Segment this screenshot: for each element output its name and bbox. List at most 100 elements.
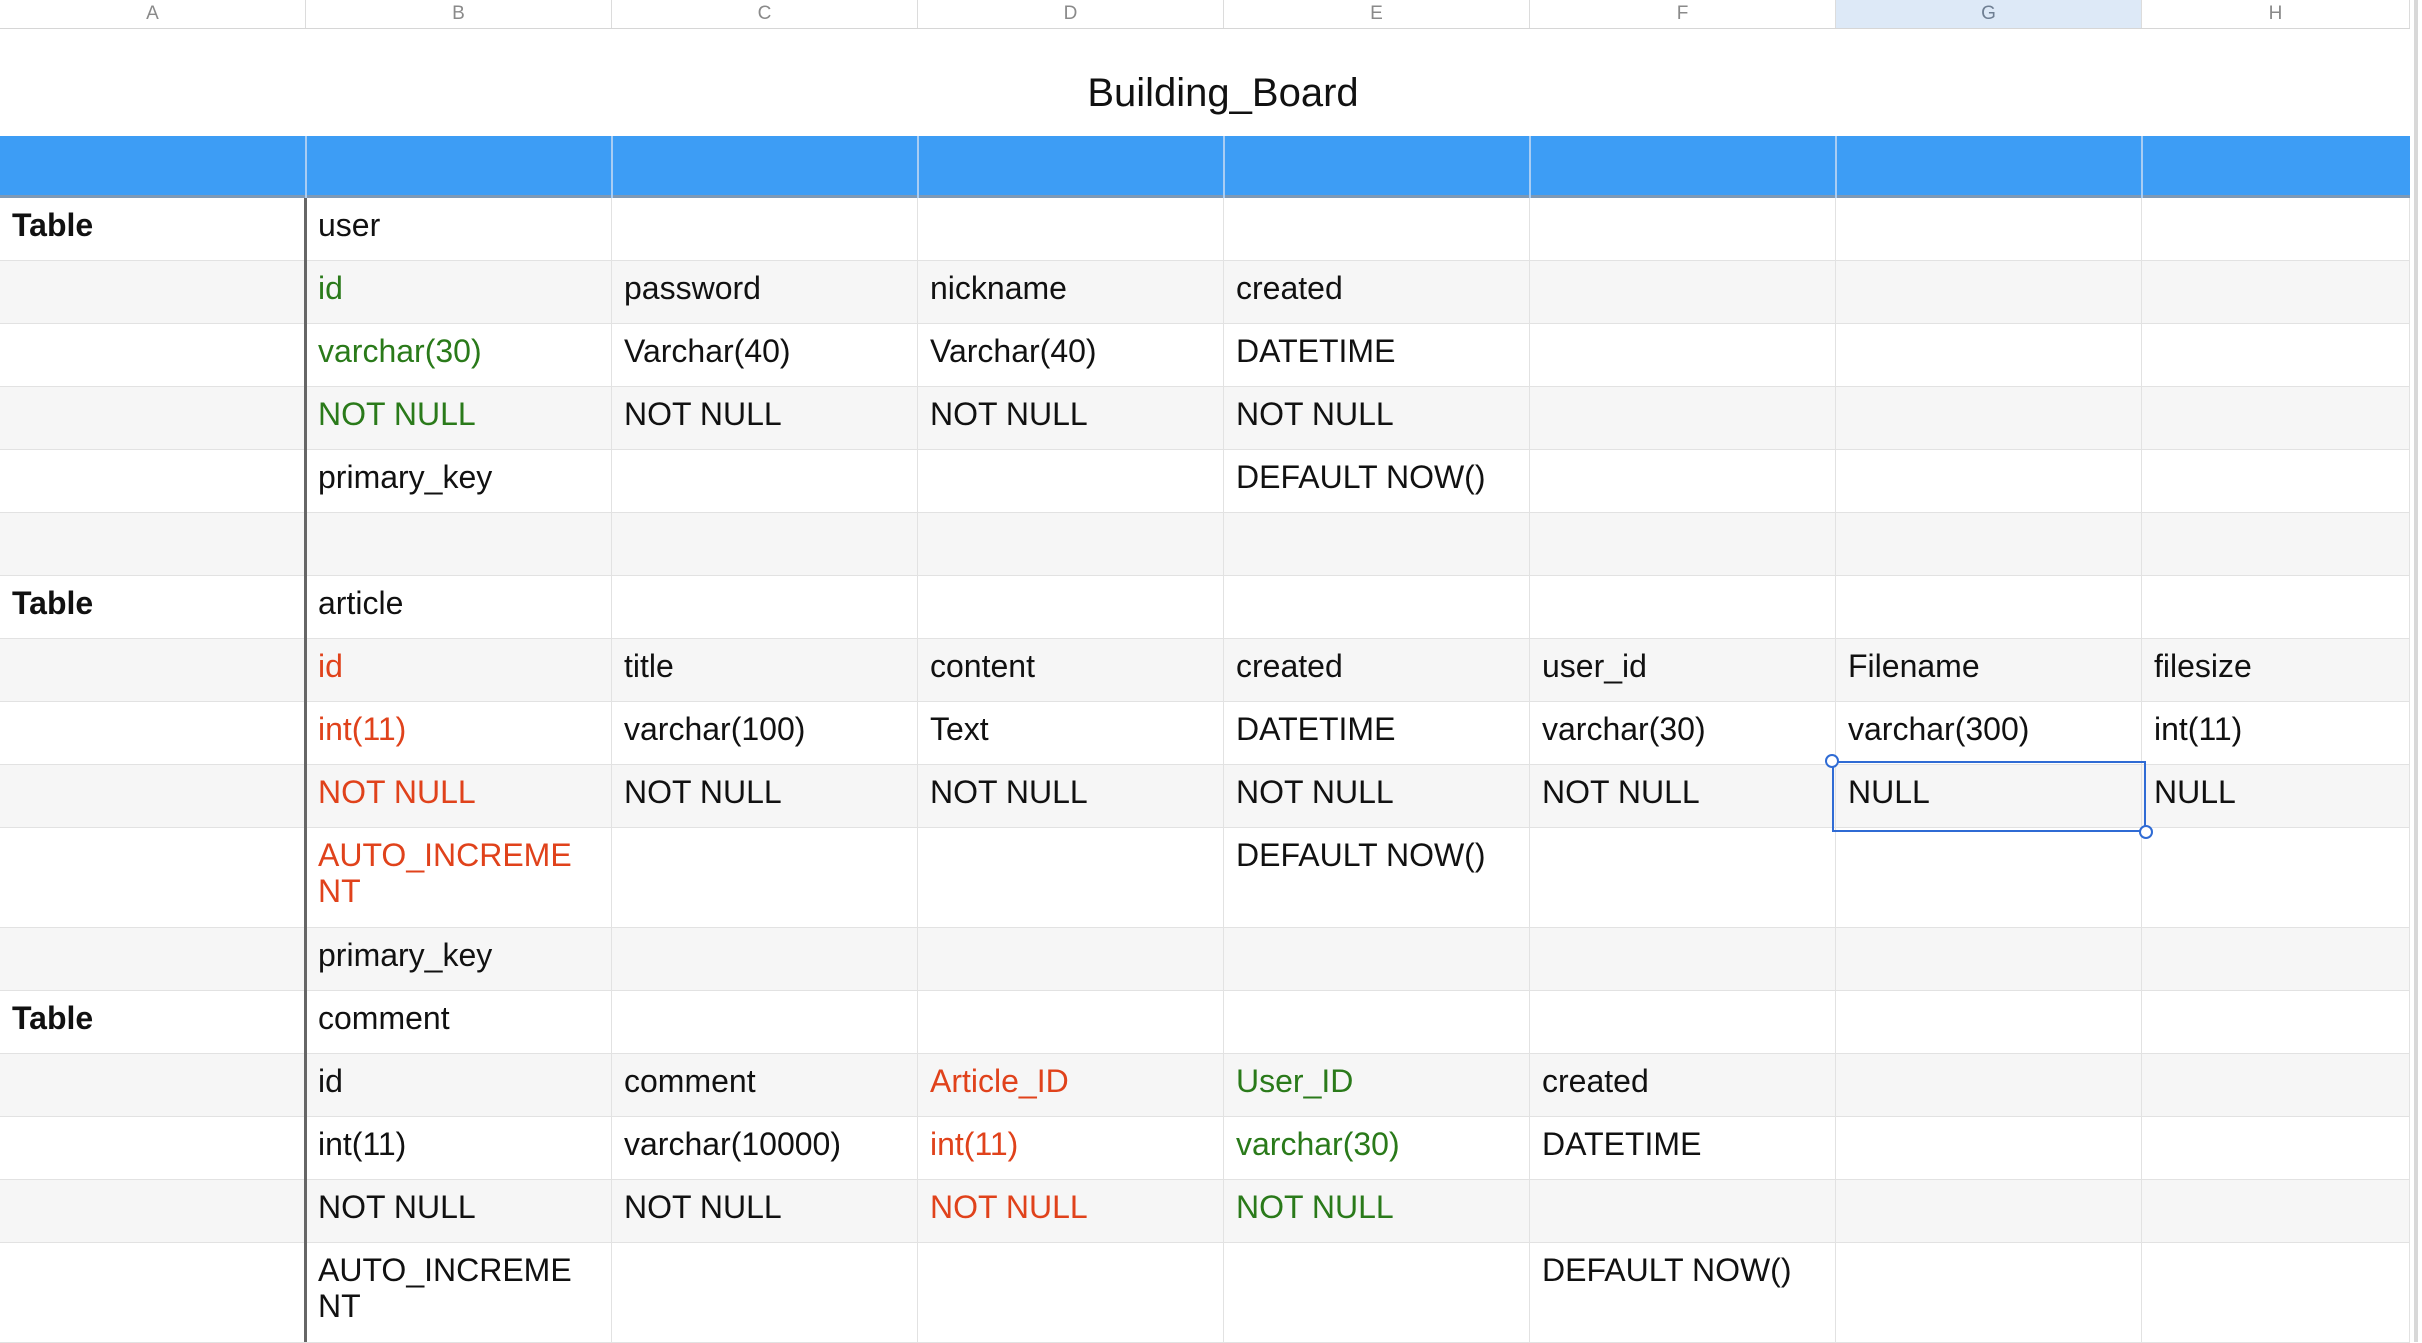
cell-g6[interactable]: [1836, 513, 2142, 575]
cell-g13[interactable]: [1836, 991, 2142, 1053]
cell-g8[interactable]: Filename: [1836, 639, 2142, 701]
cell-g2[interactable]: [1836, 261, 2142, 323]
cell-selection[interactable]: [1832, 761, 2146, 832]
cell-f8[interactable]: user_id: [1530, 639, 1836, 701]
cell-g4[interactable]: [1836, 387, 2142, 449]
cell-c8[interactable]: title: [612, 639, 918, 701]
cell-h11[interactable]: [2142, 828, 2410, 927]
cell-e10[interactable]: NOT NULL: [1224, 765, 1530, 827]
cell-f10[interactable]: NOT NULL: [1530, 765, 1836, 827]
cell-h14[interactable]: [2142, 1054, 2410, 1116]
cell-c2[interactable]: password: [612, 261, 918, 323]
column-header-d[interactable]: D: [918, 0, 1224, 28]
cell-h9[interactable]: int(11): [2142, 702, 2410, 764]
cell-d5[interactable]: [918, 450, 1224, 512]
cell-g15[interactable]: [1836, 1117, 2142, 1179]
cell-b5[interactable]: primary_key: [306, 450, 612, 512]
cell-a11[interactable]: [0, 828, 306, 927]
cell-g7[interactable]: [1836, 576, 2142, 638]
cell-e13[interactable]: [1224, 991, 1530, 1053]
cell-c12[interactable]: [612, 928, 918, 990]
cell-h4[interactable]: [2142, 387, 2410, 449]
cell-h5[interactable]: [2142, 450, 2410, 512]
cell-d8[interactable]: content: [918, 639, 1224, 701]
cell-g12[interactable]: [1836, 928, 2142, 990]
cell-h15[interactable]: [2142, 1117, 2410, 1179]
cell-e2[interactable]: created: [1224, 261, 1530, 323]
cell-b8[interactable]: id: [306, 639, 612, 701]
cell-e1[interactable]: [1224, 198, 1530, 260]
cell-g17[interactable]: [1836, 1243, 2142, 1342]
cell-b3[interactable]: varchar(30): [306, 324, 612, 386]
cell-a7[interactable]: Table: [0, 576, 306, 638]
cell-b15[interactable]: int(11): [306, 1117, 612, 1179]
cell-a13[interactable]: Table: [0, 991, 306, 1053]
vertical-scrollbar[interactable]: [2414, 0, 2418, 1342]
cell-f1[interactable]: [1530, 198, 1836, 260]
cell-d11[interactable]: [918, 828, 1224, 927]
cell-h8[interactable]: filesize: [2142, 639, 2410, 701]
cell-e5[interactable]: DEFAULT NOW(): [1224, 450, 1530, 512]
cell-f5[interactable]: [1530, 450, 1836, 512]
header-band[interactable]: [0, 136, 2410, 198]
cell-d9[interactable]: Text: [918, 702, 1224, 764]
cell-a2[interactable]: [0, 261, 306, 323]
cell-d10[interactable]: NOT NULL: [918, 765, 1224, 827]
cell-c5[interactable]: [612, 450, 918, 512]
cell-h1[interactable]: [2142, 198, 2410, 260]
cell-f11[interactable]: [1530, 828, 1836, 927]
cell-c11[interactable]: [612, 828, 918, 927]
cell-f3[interactable]: [1530, 324, 1836, 386]
cell-h2[interactable]: [2142, 261, 2410, 323]
cell-b9[interactable]: int(11): [306, 702, 612, 764]
cell-e9[interactable]: DATETIME: [1224, 702, 1530, 764]
cell-e17[interactable]: [1224, 1243, 1530, 1342]
cell-e4[interactable]: NOT NULL: [1224, 387, 1530, 449]
cell-h3[interactable]: [2142, 324, 2410, 386]
column-header-g[interactable]: G: [1836, 0, 2142, 28]
cell-a16[interactable]: [0, 1180, 306, 1242]
cell-a5[interactable]: [0, 450, 306, 512]
cell-h12[interactable]: [2142, 928, 2410, 990]
cell-f14[interactable]: created: [1530, 1054, 1836, 1116]
cell-b16[interactable]: NOT NULL: [306, 1180, 612, 1242]
cell-g5[interactable]: [1836, 450, 2142, 512]
cell-d2[interactable]: nickname: [918, 261, 1224, 323]
column-header-f[interactable]: F: [1530, 0, 1836, 28]
cell-a6[interactable]: [0, 513, 306, 575]
cell-f12[interactable]: [1530, 928, 1836, 990]
cell-g3[interactable]: [1836, 324, 2142, 386]
cell-c6[interactable]: [612, 513, 918, 575]
cell-e7[interactable]: [1224, 576, 1530, 638]
cell-h17[interactable]: [2142, 1243, 2410, 1342]
cell-f9[interactable]: varchar(30): [1530, 702, 1836, 764]
cell-c14[interactable]: comment: [612, 1054, 918, 1116]
cell-a3[interactable]: [0, 324, 306, 386]
cell-b7[interactable]: article: [306, 576, 612, 638]
cell-b10[interactable]: NOT NULL: [306, 765, 612, 827]
cell-h6[interactable]: [2142, 513, 2410, 575]
cell-d12[interactable]: [918, 928, 1224, 990]
cell-a9[interactable]: [0, 702, 306, 764]
cell-f16[interactable]: [1530, 1180, 1836, 1242]
cell-b13[interactable]: comment: [306, 991, 612, 1053]
cell-c3[interactable]: Varchar(40): [612, 324, 918, 386]
cell-e8[interactable]: created: [1224, 639, 1530, 701]
cell-d3[interactable]: Varchar(40): [918, 324, 1224, 386]
cell-c15[interactable]: varchar(10000): [612, 1117, 918, 1179]
cell-e3[interactable]: DATETIME: [1224, 324, 1530, 386]
cell-d6[interactable]: [918, 513, 1224, 575]
cell-f7[interactable]: [1530, 576, 1836, 638]
cell-d15[interactable]: int(11): [918, 1117, 1224, 1179]
selection-handle-bottom-right[interactable]: [2139, 825, 2153, 839]
cell-d14[interactable]: Article_ID: [918, 1054, 1224, 1116]
cell-e15[interactable]: varchar(30): [1224, 1117, 1530, 1179]
column-header-a[interactable]: A: [0, 0, 306, 28]
column-header-b[interactable]: B: [306, 0, 612, 28]
cell-a12[interactable]: [0, 928, 306, 990]
cell-h10[interactable]: NULL: [2142, 765, 2410, 827]
cell-e16[interactable]: NOT NULL: [1224, 1180, 1530, 1242]
cell-c4[interactable]: NOT NULL: [612, 387, 918, 449]
cell-g16[interactable]: [1836, 1180, 2142, 1242]
cell-e14[interactable]: User_ID: [1224, 1054, 1530, 1116]
